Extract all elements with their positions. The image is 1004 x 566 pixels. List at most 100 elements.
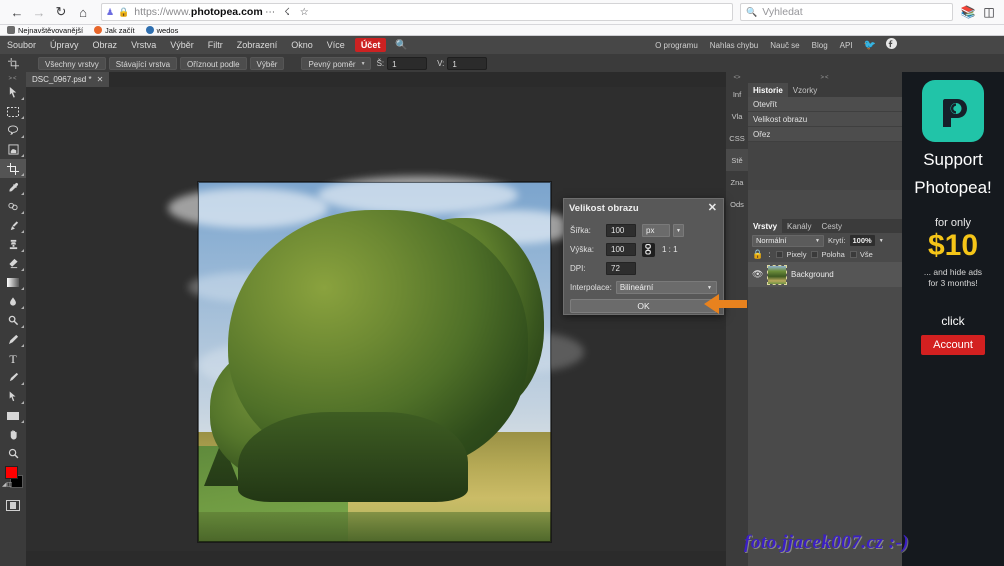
color-swatches[interactable]: ◢◫ <box>0 466 26 496</box>
star-icon[interactable]: ☆ <box>297 5 312 20</box>
lock-all-checkbox[interactable]: Vše <box>850 250 873 259</box>
type-tool[interactable]: T <box>0 349 26 368</box>
pocket-icon[interactable]: ☇ <box>280 5 295 20</box>
menu-filtr[interactable]: Filtr <box>201 36 230 54</box>
path-tool[interactable] <box>0 368 26 387</box>
link-blog[interactable]: Blog <box>806 41 834 50</box>
unit-select[interactable]: px <box>642 224 670 237</box>
opacity-value[interactable]: 100% <box>850 235 875 246</box>
eraser-tool[interactable] <box>0 254 26 273</box>
blur-tool[interactable] <box>0 292 26 311</box>
close-icon[interactable]: ✕ <box>97 75 104 84</box>
back-arrow-icon[interactable]: ← <box>6 1 28 23</box>
move-tool[interactable] <box>0 83 26 102</box>
lock-position-checkbox[interactable]: Poloha <box>811 250 844 259</box>
canvas-area[interactable] <box>26 87 726 551</box>
history-item[interactable]: Otevřít <box>748 97 902 112</box>
menu-account-button[interactable]: Účet <box>355 38 387 52</box>
menu-vyber[interactable]: Výběr <box>163 36 201 54</box>
sidetab-vla[interactable]: Vla <box>726 105 748 127</box>
layer-row[interactable]: 👁 Background <box>748 261 902 287</box>
menu-okno[interactable]: Okno <box>284 36 320 54</box>
link-nahlas-chybu[interactable]: Nahlas chybu <box>704 41 764 50</box>
tab-kanaly[interactable]: Kanály <box>782 219 816 233</box>
tab-historie[interactable]: Historie <box>748 83 788 97</box>
opt-all-layers-button[interactable]: Všechny vrstvy <box>38 57 106 70</box>
ok-button[interactable]: OK <box>570 299 717 313</box>
facebook-icon[interactable] <box>881 38 902 52</box>
bookmark-item-2[interactable]: wedos <box>146 26 179 35</box>
document-image[interactable] <box>198 182 551 542</box>
path-select-tool[interactable] <box>0 387 26 406</box>
pen-tool[interactable] <box>0 330 26 349</box>
opt-width-input[interactable]: 1 <box>387 57 427 70</box>
marquee-tool[interactable] <box>0 102 26 121</box>
tab-cesty[interactable]: Cesty <box>817 219 847 233</box>
dodge-tool[interactable] <box>0 311 26 330</box>
sidetab-ste[interactable]: Stě <box>726 149 748 171</box>
menu-obraz[interactable]: Obraz <box>86 36 125 54</box>
zoom-tool[interactable] <box>0 444 26 463</box>
chevron-down-icon[interactable]: ▼ <box>879 238 884 244</box>
menu-soubor[interactable]: Soubor <box>0 36 43 54</box>
history-item[interactable]: Ořez <box>748 127 902 142</box>
opt-ratio-select[interactable]: Pevný poměr <box>301 57 370 70</box>
menu-upravy[interactable]: Úpravy <box>43 36 86 54</box>
reset-colors-icon[interactable]: ◢◫ <box>2 481 12 488</box>
hand-tool[interactable] <box>0 425 26 444</box>
sidebar-icon[interactable]: ◫ <box>980 3 998 21</box>
quickmask-toggle[interactable] <box>0 496 26 514</box>
document-tab[interactable]: DSC_0967.psd * ✕ <box>26 72 109 87</box>
eye-icon[interactable]: 👁 <box>752 269 763 280</box>
tab-vrstvy[interactable]: Vrstvy <box>748 219 782 233</box>
search-icon[interactable]: 🔍 <box>389 40 413 51</box>
twitter-icon[interactable]: 🐦 <box>859 40 881 51</box>
sidetab-inf[interactable]: Inf <box>726 83 748 105</box>
crop-tool[interactable] <box>0 159 26 178</box>
opt-crop-by-button[interactable]: Oříznout podle <box>180 57 246 70</box>
menu-vice[interactable]: Více <box>320 36 352 54</box>
height-input[interactable]: 100 <box>606 243 636 256</box>
brush-tool[interactable] <box>0 216 26 235</box>
sidetab-zna[interactable]: Zna <box>726 171 748 193</box>
dialog-titlebar[interactable]: Velikost obrazu ✕ <box>564 199 723 218</box>
sidetab-css[interactable]: CSS <box>726 127 748 149</box>
blend-mode-select[interactable]: Normální <box>752 235 824 247</box>
panel-collapse-handle[interactable]: <> <box>726 72 748 83</box>
ad-account-button[interactable]: Account <box>921 335 985 355</box>
ellipsis-icon[interactable]: ⋯ <box>263 5 278 20</box>
bookmark-item-0[interactable]: Nejnavštěvovanější <box>7 26 83 35</box>
history-item[interactable]: Velikost obrazu <box>748 112 902 127</box>
dpi-input[interactable]: 72 <box>606 262 636 275</box>
sidetab-ods[interactable]: Ods <box>726 193 748 215</box>
chevron-down-icon[interactable]: ▼ <box>673 224 684 237</box>
opt-height-input[interactable]: 1 <box>447 57 487 70</box>
link-chain-icon[interactable] <box>642 243 655 257</box>
interpolation-select[interactable]: Bilineární <box>616 281 717 294</box>
browser-search-input[interactable]: 🔍 Vyhledat <box>740 3 953 21</box>
magic-wand-tool[interactable] <box>0 140 26 159</box>
tab-vzorky[interactable]: Vzorky <box>788 83 822 97</box>
lasso-tool[interactable] <box>0 121 26 140</box>
menu-vrstva[interactable]: Vrstva <box>124 36 163 54</box>
home-icon[interactable]: ⌂ <box>72 1 94 23</box>
link-nauc-se[interactable]: Nauč se <box>764 41 805 50</box>
forward-arrow-icon[interactable]: → <box>28 1 50 23</box>
eyedropper-tool[interactable] <box>0 178 26 197</box>
foreground-color-swatch[interactable] <box>5 466 18 479</box>
healing-brush-tool[interactable] <box>0 197 26 216</box>
close-x-icon[interactable]: ✕ <box>707 203 718 214</box>
gradient-tool[interactable] <box>0 273 26 292</box>
opt-selection-button[interactable]: Výběr <box>250 57 285 70</box>
lock-pixels-checkbox[interactable]: Pixely <box>776 250 806 259</box>
library-icon[interactable]: 📚 <box>959 3 977 21</box>
toolbox-collapse-handle[interactable]: >< <box>0 74 26 83</box>
link-o-programu[interactable]: O programu <box>649 41 704 50</box>
bookmark-item-1[interactable]: Jak začít <box>94 26 135 35</box>
image-size-dialog[interactable]: Velikost obrazu ✕ Šířka: 100 px ▼ Výška:… <box>563 198 724 315</box>
panel-grip-handle[interactable]: >< <box>748 72 902 83</box>
shape-tool[interactable] <box>0 406 26 425</box>
clone-stamp-tool[interactable] <box>0 235 26 254</box>
menu-zobrazeni[interactable]: Zobrazení <box>230 36 285 54</box>
opt-current-layer-button[interactable]: Stávající vrstva <box>109 57 177 70</box>
